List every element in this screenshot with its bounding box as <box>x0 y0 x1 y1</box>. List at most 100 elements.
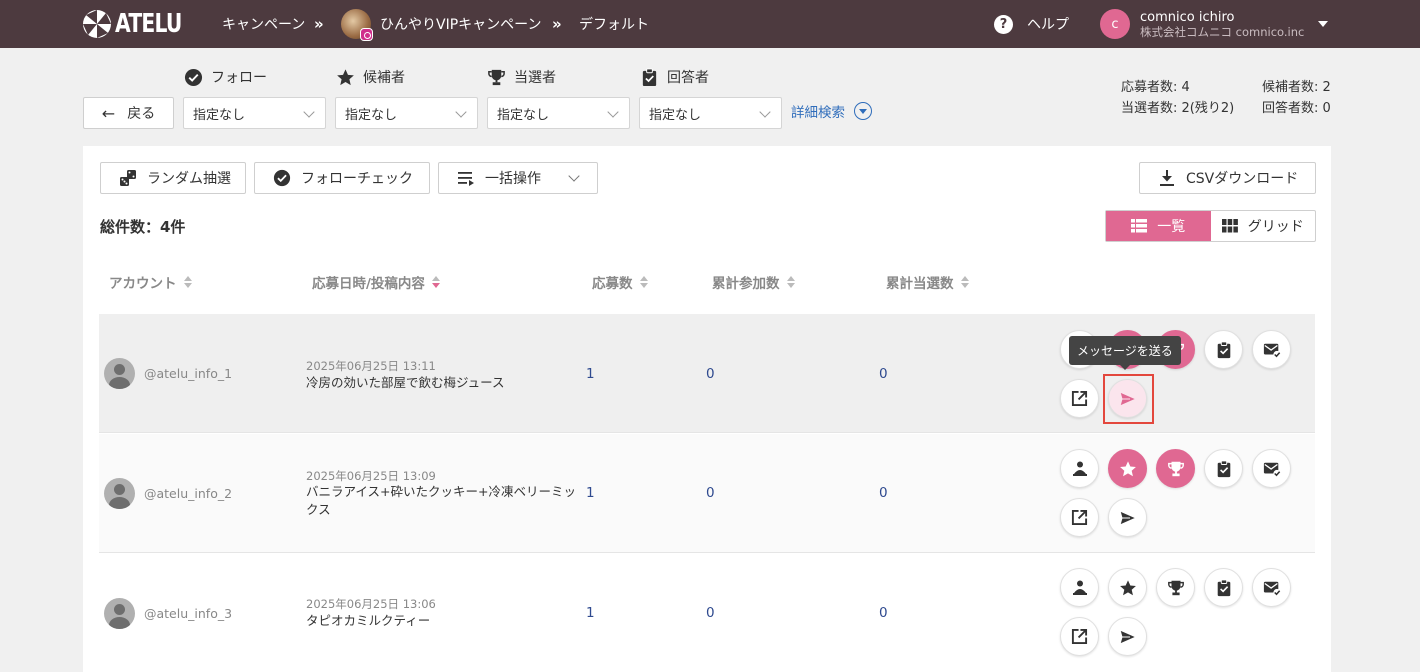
entries-count[interactable]: 1 <box>586 485 595 501</box>
breadcrumb-separator: » <box>552 15 562 33</box>
view-toggle: 一覧 グリッド <box>1105 210 1316 242</box>
campaign-thumbnail <box>341 9 373 41</box>
send-message-action[interactable] <box>1108 498 1147 537</box>
filter-select-winner[interactable]: 指定なし <box>487 97 630 129</box>
follow-check-action[interactable] <box>1060 568 1099 607</box>
advanced-search-toggle[interactable]: 詳細検索 <box>791 101 872 121</box>
post-date: 2025年06月25日 13:06 <box>306 597 436 611</box>
external-link-icon <box>1071 390 1088 407</box>
dice-icon <box>119 169 137 187</box>
sort-icon <box>960 276 969 288</box>
account-name[interactable]: @atelu_info_1 <box>144 366 232 381</box>
star-icon <box>336 68 355 87</box>
breadcrumb-view[interactable]: デフォルト <box>579 0 649 48</box>
highlight-box <box>1103 374 1154 424</box>
participation-count[interactable]: 0 <box>706 366 715 382</box>
trophy-icon <box>487 68 506 87</box>
candidate-toggle[interactable] <box>1108 568 1147 607</box>
stat-candidates: 候補者数: 2 <box>1262 80 1331 95</box>
participation-count[interactable]: 0 <box>706 485 715 501</box>
back-button[interactable]: ← 戻る <box>83 97 174 129</box>
mail-check-action[interactable] <box>1252 568 1291 607</box>
open-post-action[interactable] <box>1060 617 1099 656</box>
bulk-action-dropdown[interactable]: 一括操作 <box>438 162 598 194</box>
grid-view-button[interactable]: グリッド <box>1211 211 1316 241</box>
answer-check-action[interactable] <box>1204 449 1243 488</box>
follow-check-action[interactable] <box>1060 449 1099 488</box>
arrow-left-icon: ← <box>101 103 116 123</box>
sort-icon <box>639 276 648 288</box>
logo-text: ATELU <box>115 9 182 39</box>
star-icon <box>1119 460 1136 476</box>
column-header-participation[interactable]: 累計参加数 <box>712 273 795 292</box>
applicant-list-card: ランダム抽選 フォローチェック 一括操作 CSVダウンロード 総件数：4件 一覧 <box>83 146 1331 672</box>
open-post-action[interactable] <box>1060 379 1099 418</box>
table-row[interactable]: @atelu_info_1 2025年06月25日 13:11 冷房の効いた部屋… <box>99 314 1315 433</box>
help-icon: ? <box>994 14 1013 34</box>
mail-check-icon <box>1263 462 1281 477</box>
wins-count[interactable]: 0 <box>879 485 888 501</box>
person-icon <box>1072 580 1087 595</box>
column-header-account[interactable]: アカウント <box>109 273 192 292</box>
chevron-down-icon <box>759 106 771 118</box>
candidate-toggle[interactable] <box>1108 449 1147 488</box>
clipboard-check-icon <box>1217 340 1230 358</box>
table-row[interactable]: @atelu_info_2 2025年06月25日 13:09 バニラアイス+砕… <box>99 434 1315 553</box>
filter-select-candidate[interactable]: 指定なし <box>335 97 478 129</box>
user-menu[interactable]: c comnico ichiro 株式会社コムニコ comnico.inc <box>1100 0 1328 48</box>
filter-select-respondent[interactable]: 指定なし <box>639 97 782 129</box>
chevron-down-icon <box>1318 21 1328 27</box>
follow-check-button[interactable]: フォローチェック <box>254 162 430 194</box>
mail-check-action[interactable] <box>1252 330 1291 369</box>
send-message-tooltip: メッセージを送る <box>1069 336 1181 370</box>
table-row[interactable]: @atelu_info_3 2025年06月25日 13:06 タピオカミルクテ… <box>99 554 1315 672</box>
atelu-logo[interactable]: ATELU <box>82 9 200 39</box>
answer-check-action[interactable] <box>1204 330 1243 369</box>
help-link[interactable]: ? ヘルプ <box>994 0 1069 48</box>
instagram-icon <box>360 28 373 41</box>
breadcrumb-campaign[interactable]: ひんやりVIPキャンペーン <box>341 0 541 48</box>
person-icon <box>1072 461 1087 476</box>
sort-icon <box>786 276 795 288</box>
external-link-icon <box>1071 509 1088 526</box>
avatar <box>104 478 135 509</box>
user-org: 株式会社コムニコ comnico.inc <box>1140 24 1305 39</box>
open-post-action[interactable] <box>1060 498 1099 537</box>
participation-count[interactable]: 0 <box>706 605 715 621</box>
check-circle-icon <box>184 68 203 87</box>
column-header-wins[interactable]: 累計当選数 <box>886 273 969 292</box>
clipboard-check-icon <box>1217 459 1230 477</box>
column-header-entries[interactable]: 応募数 <box>592 273 648 292</box>
wins-count[interactable]: 0 <box>879 366 888 382</box>
entries-count[interactable]: 1 <box>586 605 595 621</box>
chevron-down-icon <box>455 106 467 118</box>
breadcrumb-campaigns[interactable]: キャンペーン <box>222 0 305 48</box>
stats-left: 応募者数: 4 当選者数: 2(残り2) <box>1121 77 1234 119</box>
list-view-button[interactable]: 一覧 <box>1106 211 1211 241</box>
account-name[interactable]: @atelu_info_3 <box>144 606 232 621</box>
winner-toggle[interactable] <box>1156 568 1195 607</box>
filter-label-follow: フォロー <box>184 66 267 88</box>
random-draw-button[interactable]: ランダム抽選 <box>100 162 246 194</box>
answer-check-action[interactable] <box>1204 568 1243 607</box>
star-icon <box>1119 579 1136 595</box>
avatar <box>104 598 135 629</box>
filter-label-winner: 当選者 <box>487 66 556 88</box>
stats-right: 候補者数: 2 回答者数: 0 <box>1262 77 1331 119</box>
entries-count[interactable]: 1 <box>586 366 595 382</box>
filter-select-follow[interactable]: 指定なし <box>183 97 326 129</box>
send-message-action[interactable] <box>1108 617 1147 656</box>
sort-icon <box>183 276 192 288</box>
csv-download-button[interactable]: CSVダウンロード <box>1139 162 1316 194</box>
column-header-posted[interactable]: 応募日時/投稿内容 <box>312 273 440 292</box>
breadcrumb-campaign-name: ひんやりVIPキャンペーン <box>380 17 542 33</box>
breadcrumb-separator: » <box>314 15 324 33</box>
sort-desc-icon <box>431 276 440 288</box>
wins-count[interactable]: 0 <box>879 605 888 621</box>
grid-icon <box>1221 219 1238 233</box>
stat-applicants: 応募者数: 4 <box>1121 80 1190 95</box>
account-name[interactable]: @atelu_info_2 <box>144 486 232 501</box>
winner-toggle[interactable] <box>1156 449 1195 488</box>
mail-check-action[interactable] <box>1252 449 1291 488</box>
clipboard-check-icon <box>1217 578 1230 596</box>
